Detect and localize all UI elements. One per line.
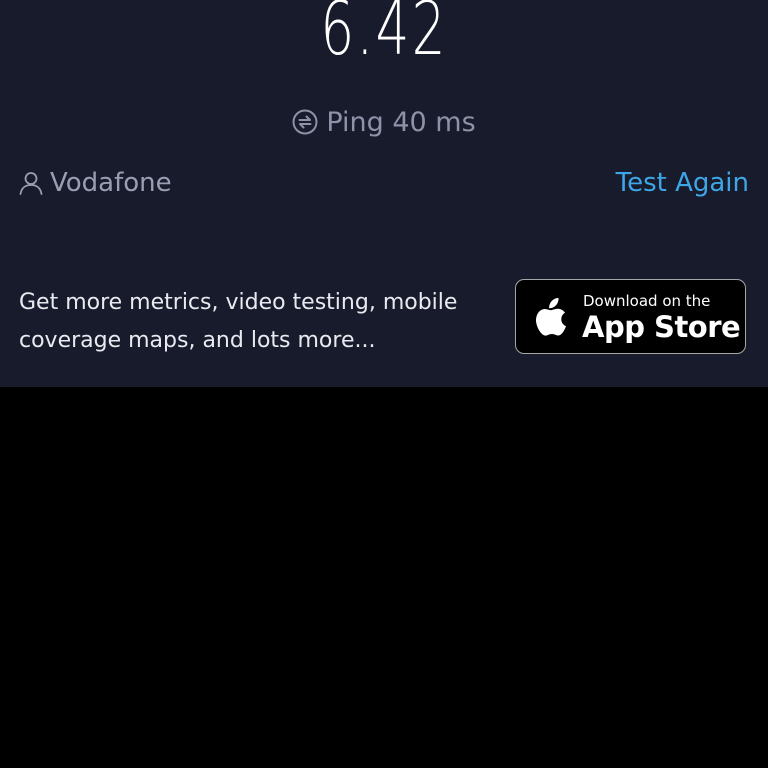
app-store-small-label: Download on the [583, 292, 711, 310]
user-icon [18, 170, 44, 196]
apple-icon [532, 294, 570, 338]
promo-text: Get more metrics, video testing, mobile … [19, 290, 458, 353]
provider-name: Vodafone [50, 168, 172, 198]
ping-icon [292, 109, 318, 135]
app-store-badge-button[interactable]: Download on the App Store [515, 279, 746, 354]
app-store-big-label: App Store [582, 310, 741, 344]
result-panel: 6.42 Ping 40 ms Vodafone Test Again Get … [0, 0, 768, 387]
test-again-button[interactable]: Test Again [616, 164, 749, 202]
speed-value: 6.42 [320, 0, 448, 72]
provider-info: Vodafone [18, 164, 172, 202]
ping-row: Ping 40 ms [0, 104, 768, 140]
blank-content-area [0, 387, 768, 768]
ping-label: Ping 40 ms [326, 106, 476, 138]
